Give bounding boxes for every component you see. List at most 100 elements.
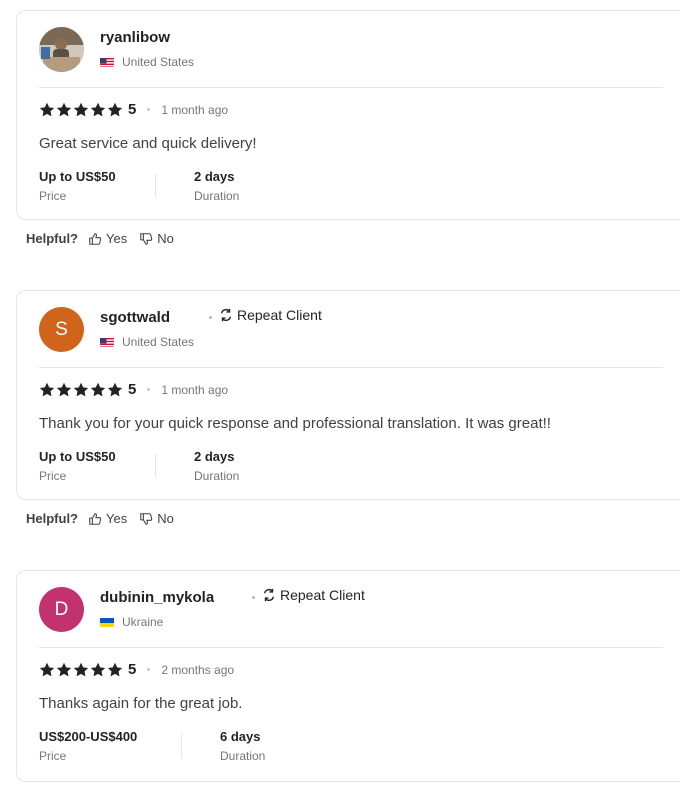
us-flag-icon <box>100 337 114 347</box>
helpful-no-button[interactable]: No <box>139 231 174 246</box>
avatar[interactable] <box>39 27 84 72</box>
review-text: Great service and quick delivery! <box>39 135 257 152</box>
price-value: Up to US$50 <box>39 449 116 464</box>
review-time: 1 month ago <box>161 102 229 117</box>
yes-label: Yes <box>106 511 128 526</box>
star-icon <box>90 382 106 396</box>
username[interactable]: ryanlibow <box>100 29 170 46</box>
separator-dot <box>147 388 151 391</box>
review-text: Thank you for your quick response and pr… <box>39 415 551 432</box>
duration-block: 6 days Duration <box>220 729 265 763</box>
rating-value: 5 <box>128 381 137 398</box>
repeat-client-label: Repeat Client <box>237 307 322 323</box>
avatar[interactable]: D <box>39 587 84 632</box>
star-rating <box>39 662 123 678</box>
duration-value: 6 days <box>220 729 261 744</box>
rating-row: 5 2 months ago <box>39 661 234 678</box>
duration-value: 2 days <box>194 449 235 464</box>
country: United States <box>100 55 194 69</box>
repeat-client-badge: Repeat Client <box>219 307 322 323</box>
helpful-row: Helpful? Yes No <box>26 511 186 526</box>
review-header: ryanlibow United States <box>39 27 659 73</box>
separator-dot <box>147 108 151 111</box>
meta-divider <box>155 454 156 478</box>
review-card: ryanlibow United States 5 1 month ago Gr… <box>16 10 680 220</box>
duration-label: Duration <box>220 749 266 763</box>
star-icon <box>56 662 72 676</box>
username[interactable]: sgottwald <box>100 309 170 326</box>
star-icon <box>39 662 55 676</box>
price-label: Price <box>39 469 67 483</box>
helpful-no-button[interactable]: No <box>139 511 174 526</box>
price-value: Up to US$50 <box>39 169 116 184</box>
duration-label: Duration <box>194 189 240 203</box>
country-name: Ukraine <box>122 615 164 629</box>
repeat-icon <box>220 308 232 322</box>
country: Ukraine <box>100 615 163 629</box>
duration-value: 2 days <box>194 169 235 184</box>
rating-row: 5 1 month ago <box>39 101 228 118</box>
ukraine-flag-icon <box>100 617 114 627</box>
review-time: 1 month ago <box>161 382 229 397</box>
duration-block: 2 days Duration <box>194 169 239 203</box>
meta-divider <box>181 734 182 758</box>
duration-label: Duration <box>194 469 240 483</box>
price-label: Price <box>39 749 67 763</box>
rating-value: 5 <box>128 661 137 678</box>
helpful-yes-button[interactable]: Yes <box>88 511 127 526</box>
helpful-label: Helpful? <box>26 231 78 246</box>
country-name: United States <box>122 335 195 349</box>
price-block: Up to US$50 Price <box>39 449 116 483</box>
star-icon <box>107 102 123 116</box>
review-header: D dubinin_mykola Repeat Client Ukraine <box>39 587 659 633</box>
thumbs-down-icon <box>140 512 153 525</box>
thumbs-up-icon <box>89 232 102 245</box>
thumbs-up-icon <box>89 512 102 525</box>
star-icon <box>90 662 106 676</box>
separator-dot <box>147 668 151 671</box>
review-card: S sgottwald Repeat Client United States <box>16 290 680 500</box>
repeat-icon <box>263 588 275 602</box>
star-rating <box>39 102 123 118</box>
star-rating <box>39 382 123 398</box>
star-icon <box>39 382 55 396</box>
helpful-label: Helpful? <box>26 511 78 526</box>
star-icon <box>90 102 106 116</box>
repeat-client-label: Repeat Client <box>280 587 365 603</box>
star-icon <box>107 382 123 396</box>
separator-dot <box>252 596 255 599</box>
star-icon <box>73 102 89 116</box>
username[interactable]: dubinin_mykola <box>100 589 214 606</box>
rating-row: 5 1 month ago <box>39 381 228 398</box>
review-card: D dubinin_mykola Repeat Client Ukraine 5… <box>16 570 680 782</box>
star-icon <box>73 662 89 676</box>
no-label: No <box>157 231 174 246</box>
helpful-yes-button[interactable]: Yes <box>88 231 127 246</box>
price-label: Price <box>39 189 67 203</box>
star-icon <box>56 382 72 396</box>
review-header: S sgottwald Repeat Client United States <box>39 307 659 353</box>
avatar-letter: D <box>54 598 69 620</box>
meta-divider <box>155 174 156 198</box>
star-icon <box>56 102 72 116</box>
divider <box>39 367 663 368</box>
star-icon <box>73 382 89 396</box>
avatar-photo-icon <box>39 27 84 72</box>
country-name: United States <box>122 55 195 69</box>
price-block: Up to US$50 Price <box>39 169 116 203</box>
no-label: No <box>157 511 174 526</box>
divider <box>39 647 663 648</box>
price-block: US$200-US$400 Price <box>39 729 137 763</box>
thumbs-down-icon <box>140 232 153 245</box>
price-value: US$200-US$400 <box>39 729 138 744</box>
duration-block: 2 days Duration <box>194 449 239 483</box>
separator-dot <box>209 316 212 319</box>
star-icon <box>107 662 123 676</box>
rating-value: 5 <box>128 101 137 118</box>
review-time: 2 months ago <box>161 662 235 677</box>
country: United States <box>100 335 194 349</box>
avatar[interactable]: S <box>39 307 84 352</box>
divider <box>39 87 663 88</box>
star-icon <box>39 102 55 116</box>
helpful-row: Helpful? Yes No <box>26 231 186 246</box>
